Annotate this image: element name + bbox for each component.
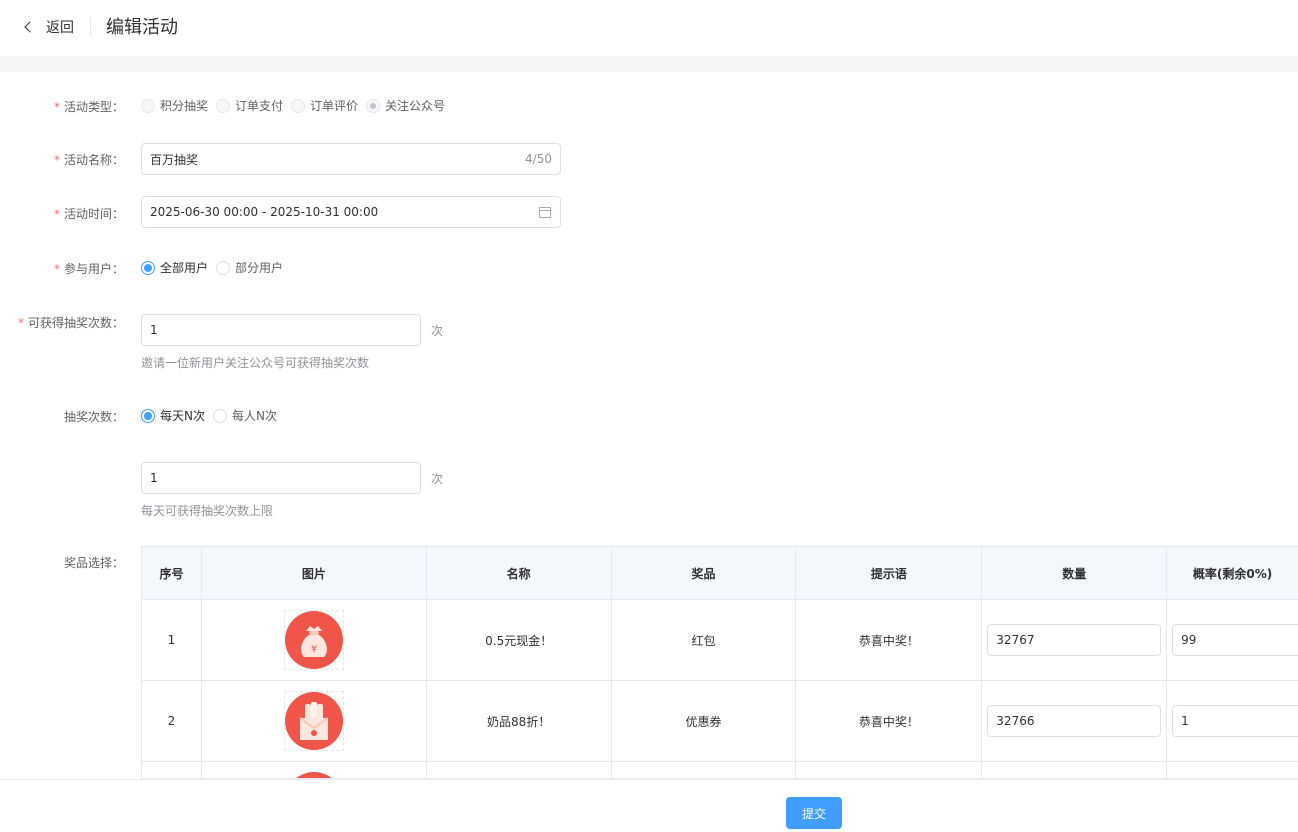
type-radio-order-pay[interactable]: 订单支付 xyxy=(216,97,283,114)
prize-image[interactable]: ¥ xyxy=(283,610,344,670)
page-footer: 提交 xyxy=(0,779,1298,832)
table-header: 序号 图片 名称 奖品 提示语 数量 概率(剩余0%) xyxy=(142,547,1298,600)
money-bag-icon: ¥ xyxy=(284,611,343,669)
rate-input[interactable]: 99 xyxy=(1172,624,1298,656)
table-row: 1 ¥ 0.5元现金！ 红包 恭喜中奖！ 32767 99 xyxy=(142,600,1298,681)
users-radio-partial[interactable]: 部分用户 xyxy=(216,259,283,276)
header-divider xyxy=(90,18,91,36)
quantity-input[interactable]: 32766 xyxy=(987,705,1162,737)
name-label: * 活动名称： xyxy=(53,153,124,167)
chevron-left-icon xyxy=(24,21,36,33)
time-label: * 活动时间： xyxy=(53,207,124,221)
quantity-input[interactable]: 32767 xyxy=(987,624,1162,656)
prizes-label: 奖品选择： xyxy=(63,556,124,570)
th-image: 图片 xyxy=(202,547,427,599)
back-label: 返回 xyxy=(46,20,74,36)
th-tip: 提示语 xyxy=(796,547,983,599)
page-title: 编辑活动 xyxy=(106,17,178,38)
activity-name-input[interactable]: 百万抽奖 4/50 xyxy=(141,143,561,175)
th-name: 名称 xyxy=(427,547,612,599)
type-radio-points[interactable]: 积分抽奖 xyxy=(141,97,208,114)
times-hint: 每天可获得抽奖次数上限 xyxy=(141,504,274,518)
type-radio-order-review[interactable]: 订单评价 xyxy=(291,97,358,114)
calendar-icon xyxy=(539,207,551,218)
rate-input[interactable]: 1 xyxy=(1172,705,1298,737)
th-rate: 概率(剩余0%) xyxy=(1192,566,1273,581)
times-radio-group: 每天N次 每人N次 xyxy=(141,407,285,424)
draws-label: * 可获得抽奖次数： xyxy=(17,316,124,330)
draws-unit: 次 xyxy=(431,324,444,338)
section-divider xyxy=(0,56,1298,72)
table-row xyxy=(142,762,1298,778)
users-label: * 参与用户： xyxy=(53,262,124,276)
users-radio-group: 全部用户 部分用户 xyxy=(141,259,291,276)
th-index: 序号 xyxy=(142,547,202,599)
back-button[interactable]: 返回 xyxy=(20,16,74,38)
prize-table: 序号 图片 名称 奖品 提示语 数量 概率(剩余0%) 1 ¥ 0.5元现金！ … xyxy=(141,546,1298,779)
prize-image[interactable] xyxy=(284,772,343,778)
type-label: * 活动类型： xyxy=(53,100,124,114)
coupon-envelope-icon xyxy=(284,692,343,750)
times-radio-daily[interactable]: 每天N次 xyxy=(141,407,205,424)
page-header: 返回 编辑活动 xyxy=(0,0,1298,56)
times-radio-per-person[interactable]: 每人N次 xyxy=(212,407,277,424)
times-input[interactable]: 1 xyxy=(141,462,421,494)
draws-input[interactable]: 1 xyxy=(141,314,421,346)
draws-hint: 邀请一位新用户关注公众号可获得抽奖次数 xyxy=(141,356,370,370)
type-radio-group: 积分抽奖 订单支付 订单评价 关注公众号 xyxy=(141,97,453,114)
times-label: 抽奖次数： xyxy=(63,410,124,424)
prize-image[interactable] xyxy=(283,691,344,751)
table-row: 2 奶品88折！ 优惠券 恭喜中奖！ 32766 1 xyxy=(142,681,1298,762)
users-radio-all[interactable]: 全部用户 xyxy=(141,259,208,276)
times-unit: 次 xyxy=(431,472,444,486)
type-radio-follow[interactable]: 关注公众号 xyxy=(366,97,445,114)
th-prize: 奖品 xyxy=(612,547,797,599)
activity-time-picker[interactable]: 2025-06-30 00:00 - 2025-10-31 00:00 xyxy=(141,196,561,228)
svg-text:¥: ¥ xyxy=(311,644,317,655)
th-quantity: 数量 xyxy=(982,547,1168,599)
submit-button[interactable]: 提交 xyxy=(786,797,842,829)
char-count: 4/50 xyxy=(525,152,552,166)
